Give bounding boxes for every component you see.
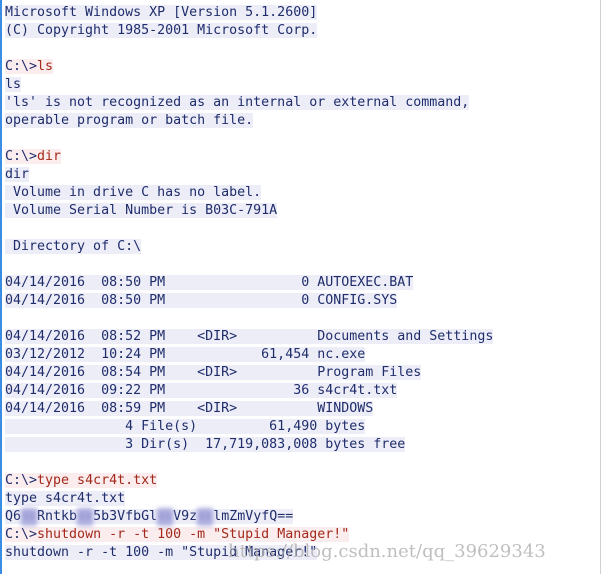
text-segment: Rntkb — [37, 509, 78, 524]
output-line: operable program or batch file. — [5, 112, 493, 130]
output-text: 'ls' is not recognized as an internal or… — [5, 95, 470, 110]
output-text: 3 Dir(s) 17,719,083,008 bytes free — [5, 437, 406, 452]
output-line: Volume in drive C has no label. — [5, 184, 493, 202]
output-text: 04/14/2016 08:50 PM 0 CONFIG.SYS — [5, 293, 398, 308]
output-text: 04/14/2016 08:54 PM <DIR> Program Files — [5, 365, 422, 380]
redacted-segment: xx — [77, 508, 94, 526]
command-line: C:\>dir — [5, 148, 493, 166]
output-line: 04/14/2016 08:59 PM <DIR> WINDOWS — [5, 400, 493, 418]
command-line: C:\>ls — [5, 58, 493, 76]
output-line: (C) Copyright 1985-2001 Microsoft Corp. — [5, 22, 493, 40]
output-text: 04/14/2016 09:22 PM 36 s4cr4t.txt — [5, 383, 398, 398]
output-text: operable program or batch file. — [5, 113, 254, 128]
output-text: 04/14/2016 08:50 PM 0 AUTOEXEC.BAT — [5, 275, 414, 290]
output-line: Volume Serial Number is B03C-791A — [5, 202, 493, 220]
output-line: 04/14/2016 09:22 PM 36 s4cr4t.txt — [5, 382, 493, 400]
output-text: 03/12/2012 10:24 PM 61,454 nc.exe — [5, 347, 366, 362]
output-line: Directory of C:\ — [5, 238, 493, 256]
output-line: 'ls' is not recognized as an internal or… — [5, 94, 493, 112]
output-text: (C) Copyright 1985-2001 Microsoft Corp. — [5, 23, 318, 38]
output-text: Directory of C:\ — [5, 239, 142, 254]
command-line: C:\>type s4cr4t.txt — [5, 472, 493, 490]
output-text: 04/14/2016 08:59 PM <DIR> WINDOWS — [5, 401, 374, 416]
output-text: Volume in drive C has no label. — [5, 185, 262, 200]
output-line: 03/12/2012 10:24 PM 61,454 nc.exe — [5, 346, 493, 364]
command-text: ls — [37, 59, 54, 74]
output-text: ls — [5, 77, 22, 92]
window-left-border — [0, 0, 2, 574]
window-right-border — [600, 0, 601, 574]
redacted-segment: xx — [21, 508, 38, 526]
redacted-segment: xx — [157, 508, 174, 526]
output-text: Microsoft Windows XP [Version 5.1.2600] — [5, 5, 318, 20]
command-text: dir — [37, 149, 62, 164]
output-text: 04/14/2016 08:52 PM <DIR> Documents and … — [5, 329, 494, 344]
secret-output-line: Q6xxRntkbxx5b3VfbGlxxV9zxxlmZmVyfQ== — [5, 508, 493, 526]
output-text: dir — [5, 167, 30, 182]
prompt: C:\> — [5, 149, 38, 164]
output-line: 4 File(s) 61,490 bytes — [5, 418, 493, 436]
output-line: ls — [5, 76, 493, 94]
output-line: 04/14/2016 08:50 PM 0 CONFIG.SYS — [5, 292, 493, 310]
secret-text: Q6xxRntkbxx5b3VfbGlxxV9zxxlmZmVyfQ== — [5, 508, 294, 526]
prompt: C:\> — [5, 527, 38, 542]
text-segment: V9z — [173, 509, 198, 524]
console-output[interactable]: Microsoft Windows XP [Version 5.1.2600] (… — [5, 4, 494, 562]
text-segment: Q6 — [5, 509, 22, 524]
output-line: 3 Dir(s) 17,719,083,008 bytes free — [5, 436, 493, 454]
text-segment: 5b3VfbGl — [93, 509, 158, 524]
text-segment: lmZmVyfQ== — [213, 509, 294, 524]
prompt: C:\> — [5, 59, 38, 74]
output-line: type s4cr4t.txt — [5, 490, 493, 508]
command-text: shutdown -r -t 100 -m "Stupid Manager!" — [37, 527, 350, 542]
command-text: type s4cr4t.txt — [37, 473, 158, 488]
redacted-segment: xx — [197, 508, 214, 526]
output-text: type s4cr4t.txt — [5, 491, 126, 506]
watermark: https://blog.csdn.net/qq_39629343 — [228, 541, 546, 562]
output-text: Volume Serial Number is B03C-791A — [5, 203, 278, 218]
output-line: dir — [5, 166, 493, 184]
prompt: C:\> — [5, 473, 38, 488]
output-line: 04/14/2016 08:50 PM 0 AUTOEXEC.BAT — [5, 274, 493, 292]
output-line: Microsoft Windows XP [Version 5.1.2600] — [5, 4, 493, 22]
output-line: 04/14/2016 08:52 PM <DIR> Documents and … — [5, 328, 494, 346]
output-line: 04/14/2016 08:54 PM <DIR> Program Files — [5, 364, 493, 382]
output-text: 4 File(s) 61,490 bytes — [5, 419, 366, 434]
